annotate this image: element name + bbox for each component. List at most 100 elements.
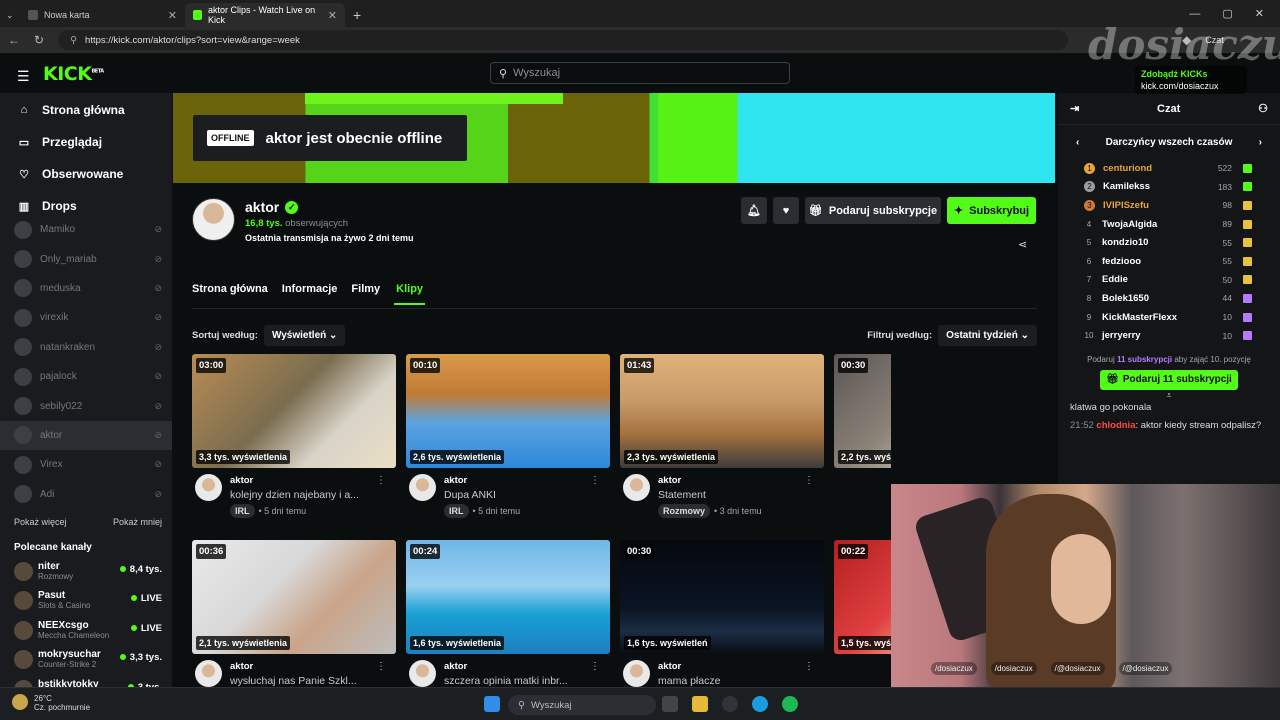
sort-dropdown[interactable]: Wyświetleń ⌄	[263, 325, 346, 346]
recommended-channel[interactable]: bstikkytokky3 tys.	[0, 675, 172, 687]
more-options-icon[interactable]: ⋮	[376, 661, 386, 672]
followed-channel[interactable]: meduska ⊘	[0, 274, 172, 303]
clip-author[interactable]: aktor	[658, 661, 681, 672]
clip-author-avatar[interactable]	[409, 474, 436, 501]
gift-subs-button[interactable]: 🎁︎ Podaruj subskrypcje	[805, 197, 941, 224]
clip-category-tag[interactable]: Rozmowy	[658, 504, 711, 518]
leaderboard-row[interactable]: 2 Kamilekss 183	[1058, 178, 1280, 197]
clip-card[interactable]: 00:302,2 tys. wyświetleniaaktorcaliIR	[834, 354, 891, 468]
followed-channel[interactable]: pajalock ⊘	[0, 362, 172, 391]
sidebar-item-following[interactable]: ♡ Obserwowane	[0, 158, 172, 190]
leaderboard-name[interactable]: Eddie	[1102, 274, 1128, 285]
browser-tab-kick[interactable]: aktor Clips - Watch Live on Kick ✕	[185, 3, 345, 27]
browser-tab-new[interactable]: Nowa karta ✕	[20, 3, 185, 27]
clip-title[interactable]: mama płacze	[658, 675, 806, 687]
recommended-channel[interactable]: mokrysuchar Counter-Strike 2 3,3 tys.	[0, 645, 172, 675]
clip-category-tag[interactable]: IRL	[444, 504, 469, 518]
search-input[interactable]: ⚲ Wyszukaj	[490, 62, 790, 84]
spotify-icon[interactable]	[782, 696, 798, 712]
clip-card[interactable]: 00:24 1,6 tys. wyświetlenia aktor szczera o…	[406, 540, 610, 687]
clip-thumbnail[interactable]: 00:10 2,6 tys. wyświetlenia	[406, 354, 610, 468]
leaderboard-name[interactable]: Bolek1650	[1102, 293, 1149, 304]
followed-channel[interactable]: Adi ⊘	[0, 480, 172, 509]
leaderboard-name[interactable]: jerryerry	[1102, 330, 1141, 341]
tab-about[interactable]: Informacje	[282, 283, 338, 305]
clip-card[interactable]: 00:10 2,6 tys. wyświetlenia aktor Dupa ANKI…	[406, 354, 610, 518]
clip-author[interactable]: aktor	[658, 475, 681, 486]
leaderboard-row[interactable]: 5 kondzio10 55	[1058, 233, 1280, 252]
site-info-icon[interactable]: ⚲	[70, 35, 77, 46]
clip-title[interactable]: Statement	[658, 489, 806, 501]
followed-channel[interactable]: Virex ⊘	[0, 450, 172, 479]
start-icon[interactable]	[484, 696, 500, 712]
sidebar-item-browse[interactable]: ▭ Przeglądaj	[0, 126, 172, 158]
leaderboard-name[interactable]: fedziooo	[1102, 256, 1141, 267]
notify-button[interactable]: 🔔︎	[741, 197, 767, 224]
leaderboard-row[interactable]: 9 KickMasterFlexx 10	[1058, 308, 1280, 327]
tab-clips[interactable]: Klipy	[394, 283, 426, 305]
users-icon[interactable]: ⚇	[1258, 102, 1268, 115]
chevron-right-icon[interactable]: ›	[1259, 137, 1262, 148]
followed-channel[interactable]: sebily022 ⊘	[0, 391, 172, 420]
close-icon[interactable]: ✕	[168, 9, 177, 22]
clip-card[interactable]: 00:36 2,1 tys. wyświetlenia aktor wysłuchaj…	[192, 540, 396, 687]
sidebar-item-home[interactable]: ⌂ Strona główna	[0, 94, 172, 126]
file-explorer-icon[interactable]	[692, 696, 708, 712]
filter-dropdown[interactable]: Ostatni tydzień ⌄	[938, 325, 1037, 346]
clip-card[interactable]: 00:30 1,6 tys. wyświetleń aktor mama płacze…	[620, 540, 824, 687]
tab-home[interactable]: Strona główna	[192, 283, 268, 305]
clip-card[interactable]: 00:221,5 tys. wyśaktonie	[834, 540, 891, 654]
task-view-icon[interactable]	[662, 696, 678, 712]
tab-list-button[interactable]: ⌄	[0, 3, 20, 27]
leaderboard-row[interactable]: 1 centuriond 522	[1058, 159, 1280, 178]
clip-thumbnail[interactable]: 03:00 3,3 tys. wyświetlenia	[192, 354, 396, 468]
channel-avatar[interactable]	[192, 198, 235, 241]
clip-thumbnail[interactable]: 00:22 1,5 tys. wyś	[834, 540, 891, 654]
recommended-channel[interactable]: niter Rozmowy 8,4 tys.	[0, 557, 172, 587]
recommended-channel[interactable]: Pasut Slots & Casino LIVE	[0, 586, 172, 616]
close-icon[interactable]: ✕	[328, 9, 337, 22]
maximize-icon[interactable]: ▢	[1222, 7, 1232, 20]
recommended-channel[interactable]: NEEXcsgo Meccha Chameleon LIVE	[0, 616, 172, 646]
clip-author-avatar[interactable]	[195, 474, 222, 501]
leaderboard-row[interactable]: 6 fedziooo 55	[1058, 252, 1280, 271]
chat-message-user[interactable]: chlodnia	[1096, 420, 1135, 431]
followed-channel[interactable]: virexik ⊘	[0, 303, 172, 332]
new-tab-button[interactable]: +	[345, 3, 369, 27]
clip-author-avatar[interactable]	[623, 660, 650, 687]
subscribe-button[interactable]: ✦ Subskrybuj	[947, 197, 1036, 224]
followed-channel[interactable]: Only_mariab ⊘	[0, 244, 172, 273]
followed-channel[interactable]: Mamiko ⊘	[0, 215, 172, 244]
kick-logo[interactable]: KICKBETA	[43, 63, 104, 85]
clip-thumbnail[interactable]: 00:24 1,6 tys. wyświetlenia	[406, 540, 610, 654]
clip-thumbnail[interactable]: 00:30 1,6 tys. wyświetleń	[620, 540, 824, 654]
more-options-icon[interactable]: ⋮	[590, 661, 600, 672]
more-options-icon[interactable]: ⋮	[804, 475, 814, 486]
show-less-button[interactable]: Pokaż mniej	[113, 517, 162, 527]
clip-author-avatar[interactable]	[409, 660, 436, 687]
leaderboard-row[interactable]: 7 Eddie 50	[1058, 271, 1280, 290]
clip-title[interactable]: szczera opinia matki inbr...	[444, 675, 592, 687]
clip-title[interactable]: kolejny dzien najebany i a...	[230, 489, 378, 501]
clip-author[interactable]: aktor	[230, 475, 253, 486]
clip-card[interactable]: 03:00 3,3 tys. wyświetlenia aktor kolejny d…	[192, 354, 396, 518]
weather-widget[interactable]: 26°C Cz. pochmurnie	[12, 694, 90, 712]
leaderboard-name[interactable]: Kamilekss	[1103, 181, 1150, 192]
leaderboard-row[interactable]: 10 jerryerry 10	[1058, 326, 1280, 345]
clip-category-tag[interactable]: IRL	[230, 504, 255, 518]
clip-author-avatar[interactable]	[623, 474, 650, 501]
clip-thumbnail[interactable]: 00:36 2,1 tys. wyświetlenia	[192, 540, 396, 654]
clip-author[interactable]: aktor	[230, 661, 253, 672]
clip-card[interactable]: 01:43 2,3 tys. wyświetlenia aktor Statement…	[620, 354, 824, 518]
leaderboard-name[interactable]: kondzio10	[1102, 237, 1148, 248]
followed-channel[interactable]: natankraken ⊘	[0, 333, 172, 362]
gift-subs-chat-button[interactable]: 🎁︎ Podaruj 11 subskrypcji	[1100, 369, 1238, 390]
leaderboard-row[interactable]: 4 TwojaAlgida 89	[1058, 215, 1280, 234]
clip-author-avatar[interactable]	[195, 660, 222, 687]
back-icon[interactable]: ←	[8, 33, 20, 47]
clip-thumbnail[interactable]: 00:30 2,2 tys. wyświetlenia	[834, 354, 891, 468]
clip-title[interactable]: wysłuchaj nas Panie Szkl...	[230, 675, 378, 687]
more-options-icon[interactable]: ⋮	[376, 475, 386, 486]
reload-icon[interactable]: ↻	[34, 33, 44, 47]
url-field[interactable]: ⚲ https://kick.com/aktor/clips?sort=view…	[58, 30, 1069, 50]
